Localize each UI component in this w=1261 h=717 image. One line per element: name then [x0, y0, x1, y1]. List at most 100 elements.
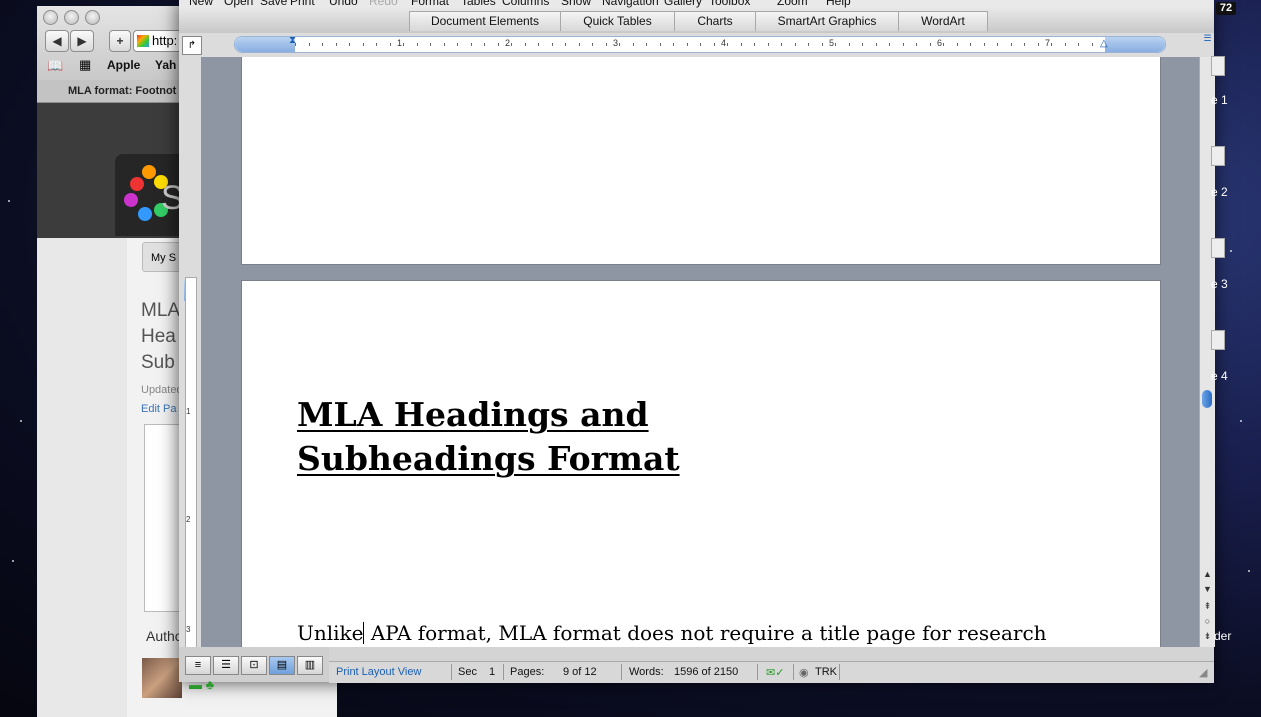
forward-button[interactable]: ▶ [70, 30, 94, 52]
ruler-tick [862, 43, 863, 46]
zoom-window-button[interactable] [85, 10, 100, 25]
ruler-tick [902, 43, 904, 46]
section-label: Sec [458, 666, 477, 678]
ruler-tick [1010, 43, 1012, 46]
thumbnail-label: e 1 [1211, 93, 1228, 107]
page-thumbnail-icon[interactable] [1211, 238, 1225, 258]
zoom-button[interactable]: Zoom [777, 0, 808, 8]
ruler-tick [1024, 43, 1025, 46]
new-button[interactable]: New [189, 0, 213, 8]
redo-button[interactable]: Redo [369, 0, 398, 8]
ruler-tick [835, 43, 836, 46]
ruler-number: 4 [721, 38, 727, 48]
star [12, 560, 14, 562]
browse-object-icon[interactable]: ○ [1201, 615, 1214, 628]
ruler-bar: ↱ ⧗ △ 1 2 3 4 5 6 7 [179, 33, 1214, 57]
ruler-tick [497, 43, 499, 46]
ruler-tick [403, 43, 404, 46]
ruler-tick [524, 43, 526, 46]
ruler-tick [889, 43, 890, 46]
star [1240, 420, 1242, 422]
tab-quick-tables[interactable]: Quick Tables [560, 11, 675, 31]
columns-button[interactable]: Columns [502, 0, 549, 8]
words-value[interactable]: 1596 of 2150 [674, 666, 738, 678]
vertical-ruler[interactable]: 1 2 3 [179, 57, 201, 649]
ruler-tick [416, 43, 418, 46]
ruler-number: 5 [829, 38, 835, 48]
draft-view-icon[interactable]: ≡ [185, 656, 211, 675]
print-button[interactable]: Print [290, 0, 315, 8]
list-view-icon[interactable]: ☰ [1201, 32, 1214, 45]
ruler-tick [686, 43, 688, 46]
bookmark-apple[interactable]: Apple [107, 58, 140, 72]
edit-page-link[interactable]: Edit Pa [141, 403, 176, 415]
ruler-tick [1051, 43, 1052, 46]
tables-button[interactable]: Tables [461, 0, 496, 8]
tab-document-elements[interactable]: Document Elements [409, 11, 561, 31]
book-icon[interactable]: 📖 [47, 58, 63, 74]
help-button[interactable]: Help [826, 0, 851, 8]
ruler-tick [727, 43, 728, 46]
tab-charts[interactable]: Charts [674, 11, 756, 31]
track-changes-icon[interactable]: ◉ [799, 666, 809, 679]
page-thumbnail-icon[interactable] [1211, 146, 1225, 166]
tab-smartart-graphics[interactable]: SmartArt Graphics [755, 11, 899, 31]
tab-wordart[interactable]: WordArt [898, 11, 988, 31]
page-thumbnail-icon[interactable] [1211, 330, 1225, 350]
document-area[interactable]: MLA Headings and Subheadings Format Unli… [201, 57, 1199, 647]
resize-grip-icon[interactable]: ◢ [1199, 666, 1207, 679]
page-thumbnail-icon[interactable] [1211, 56, 1225, 76]
right-indent-icon[interactable]: △ [1100, 38, 1108, 49]
ruler-tick [754, 43, 755, 46]
ruler-tick [376, 43, 377, 46]
thumbnail-label: e 3 [1211, 277, 1228, 291]
toolbox-button[interactable]: Toolbox [709, 0, 750, 8]
scroll-down-icon[interactable]: ▼ [1201, 583, 1214, 596]
next-page-icon[interactable]: ⇟ [1201, 630, 1214, 643]
document-body-text[interactable]: Unlike APA format, MLA format does not r… [297, 621, 1047, 645]
format-button[interactable]: Format [411, 0, 449, 8]
current-page[interactable]: MLA Headings and Subheadings Format Unli… [241, 280, 1161, 647]
ruler-number: 6 [937, 38, 943, 48]
horizontal-ruler[interactable]: ⧗ △ 1 2 3 4 5 6 7 [234, 35, 1166, 53]
ruler-tick [781, 43, 782, 46]
ruler-tick [1064, 43, 1066, 46]
publishing-view-icon[interactable]: ⊡ [241, 656, 267, 675]
add-bookmark-button[interactable]: + [109, 30, 131, 52]
ruler-tick [484, 43, 485, 46]
ruler-tick [848, 43, 850, 46]
navigation-button[interactable]: Navigation [602, 0, 659, 8]
outline-view-icon[interactable]: ☰ [213, 656, 239, 675]
scroll-thumb[interactable] [1202, 390, 1212, 408]
undo-button[interactable]: Undo [329, 0, 358, 8]
heading-line: MLA Headings and [297, 395, 649, 434]
ruler-tick [632, 43, 634, 46]
open-button[interactable]: Open [224, 0, 253, 8]
show-button[interactable]: Show [561, 0, 591, 8]
ruler-number: 3 [613, 38, 619, 48]
print-layout-view-icon[interactable]: ▤ [269, 656, 295, 675]
save-button[interactable]: Save [260, 0, 287, 8]
back-button[interactable]: ◀ [45, 30, 69, 52]
notebook-view-icon[interactable]: ▥ [297, 656, 323, 675]
grid-icon[interactable]: ▦ [79, 57, 91, 73]
bookmark-yahoo[interactable]: Yah [155, 58, 176, 72]
ruler-tick [794, 43, 796, 46]
tab-selector-icon[interactable]: ↱ [182, 36, 202, 55]
spelling-check-icon[interactable]: ✉✓ [766, 666, 784, 679]
scroll-up-icon[interactable]: ▲ [1201, 568, 1214, 581]
ruler-tick [322, 43, 323, 46]
favicon-icon [137, 35, 149, 47]
close-window-button[interactable] [43, 10, 58, 25]
minimize-window-button[interactable] [64, 10, 79, 25]
ruler-tick [713, 43, 715, 46]
ruler-tick [308, 43, 310, 46]
previous-page[interactable] [241, 57, 1161, 265]
right-margin [1105, 37, 1165, 52]
avatar[interactable] [142, 658, 182, 698]
heading-line: Subheadings Format [297, 439, 680, 478]
document-heading[interactable]: MLA Headings and Subheadings Format [297, 393, 680, 481]
previous-page-icon[interactable]: ⇞ [1201, 600, 1214, 613]
track-changes-label[interactable]: TRK [815, 666, 837, 678]
gallery-button[interactable]: Gallery [664, 0, 702, 8]
